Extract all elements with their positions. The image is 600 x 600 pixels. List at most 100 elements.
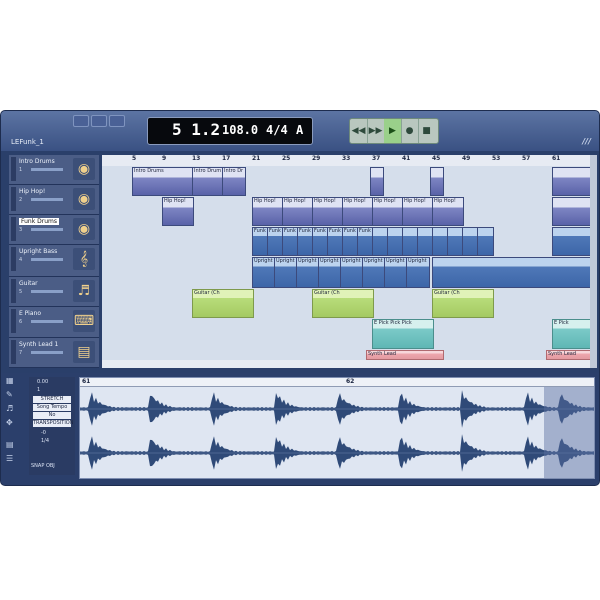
clip-label: Guitar (Ch: [434, 290, 460, 296]
clip[interactable]: [552, 197, 590, 226]
grid-icon[interactable]: ▦: [6, 377, 14, 385]
clip[interactable]: Hip Hop!: [312, 197, 344, 226]
clip[interactable]: Upright: [296, 257, 320, 288]
guitar-icon[interactable]: ♬: [73, 280, 95, 302]
selection-region[interactable]: [544, 387, 594, 478]
pencil-icon[interactable]: ✎: [6, 391, 14, 399]
clip[interactable]: Guitar (Ch: [312, 289, 374, 318]
semitone-value[interactable]: 1: [37, 387, 40, 393]
quantize-value[interactable]: 1/4: [41, 438, 49, 444]
track-header[interactable]: Synth Lead 1 7 ▤: [9, 338, 99, 368]
stretch-mode-label: STRETCH MODE: [33, 396, 71, 409]
track-name[interactable]: E Piano: [19, 310, 41, 317]
clip[interactable]: Upright: [406, 257, 430, 288]
clip-label: Funk: [314, 228, 326, 234]
clip[interactable]: Intro Drum: [192, 167, 224, 196]
clip-label: Synth Lead: [548, 351, 577, 357]
clip[interactable]: Upright: [362, 257, 386, 288]
clip[interactable]: Synth Lead: [366, 350, 444, 360]
clip-label: Upright: [276, 258, 295, 264]
clip[interactable]: [430, 167, 444, 196]
cut-tool-button[interactable]: [91, 115, 107, 127]
track-volume-fader[interactable]: [31, 198, 63, 201]
gain-value[interactable]: 0.00: [37, 379, 48, 385]
clip[interactable]: Upright: [274, 257, 298, 288]
arrange-area[interactable]: 5 9 13 17 21 25 29 33 37 41 45 49 53 57 61 Intro Drums…: [102, 155, 590, 368]
track-header[interactable]: Upright Bass 4 𝄞: [9, 245, 99, 277]
track-color-strip: [11, 340, 16, 364]
clip-label: Hip Hop!: [284, 198, 306, 204]
clip[interactable]: Hip Hop!: [372, 197, 404, 226]
clip-label: Hip Hop!: [404, 198, 426, 204]
clip-label: Funk: [269, 228, 281, 234]
move-icon[interactable]: ✥: [6, 419, 14, 427]
drumkit-icon[interactable]: ◉: [73, 158, 95, 180]
track-name[interactable]: Upright Bass: [19, 248, 57, 255]
clip[interactable]: Upright: [318, 257, 342, 288]
track-name[interactable]: Guitar: [19, 280, 38, 287]
clip[interactable]: Hip Hop!: [252, 197, 284, 226]
track-volume-fader[interactable]: [31, 290, 63, 293]
track-color-strip: [11, 309, 16, 333]
track-volume-fader[interactable]: [31, 228, 63, 231]
track-list: Intro Drums 1 ◉ Hip Hop! 2 ◉ Funk Drums 3 ◉ Uprig…: [9, 155, 99, 368]
song-tempo-button[interactable]: Song Tempo: [33, 404, 71, 411]
track-header[interactable]: E Piano 6 ⌨: [9, 307, 99, 338]
clip[interactable]: Hip Hop!: [342, 197, 374, 226]
drumkit-icon[interactable]: ◉: [73, 218, 95, 240]
clip[interactable]: Upright: [340, 257, 364, 288]
clip[interactable]: Hip Hop!: [402, 197, 434, 226]
track-header[interactable]: Intro Drums 1 ◉: [9, 155, 99, 185]
track-header[interactable]: Hip Hop! 2 ◉: [9, 185, 99, 215]
track-header[interactable]: Guitar 5 ♬: [9, 277, 99, 307]
zoom-icon[interactable]: ▤: [6, 441, 14, 449]
transpose-value[interactable]: -0: [41, 430, 46, 436]
track-name[interactable]: Intro Drums: [19, 158, 55, 165]
vertical-scrollbar[interactable]: [590, 155, 597, 368]
brand-logo: ///: [582, 137, 591, 146]
drumkit-icon[interactable]: ◉: [73, 188, 95, 210]
bar-marker: 41: [402, 155, 411, 162]
glue-tool-button[interactable]: [109, 115, 125, 127]
track-name[interactable]: Hip Hop!: [19, 188, 45, 195]
track-header[interactable]: Funk Drums 3 ◉: [9, 215, 99, 245]
edit-tool-button[interactable]: [73, 115, 89, 127]
clip[interactable]: [552, 167, 590, 196]
clip[interactable]: E Pick Pick Pick: [372, 319, 434, 349]
editor-ruler[interactable]: 61 62: [80, 378, 594, 387]
clip[interactable]: Hip Hop!: [432, 197, 464, 226]
track-name[interactable]: Funk Drums: [19, 218, 59, 225]
clip[interactable]: Intro Drums: [132, 167, 194, 196]
track-volume-fader[interactable]: [31, 320, 63, 323]
clip[interactable]: Synth Lead: [546, 350, 590, 360]
clip[interactable]: Guitar (Ch: [192, 289, 254, 318]
piano-icon[interactable]: ⌨: [73, 310, 95, 332]
track-name[interactable]: Synth Lead 1: [19, 341, 58, 348]
clip[interactable]: [432, 257, 590, 288]
clip-label: Synth Lead: [368, 351, 397, 357]
track-color-strip: [11, 187, 16, 211]
clip[interactable]: Upright: [252, 257, 276, 288]
speaker-icon[interactable]: ♬: [6, 405, 14, 413]
clip[interactable]: Upright: [384, 257, 408, 288]
stretch-mode-select[interactable]: No: [33, 412, 71, 419]
clip[interactable]: [477, 227, 494, 256]
bar-marker: 53: [492, 155, 501, 162]
track-volume-fader[interactable]: [31, 351, 63, 354]
track-lane[interactable]: [102, 318, 590, 350]
clip[interactable]: Intro Dr: [222, 167, 246, 196]
horizontal-scrollbar[interactable]: [102, 360, 590, 368]
track-volume-fader[interactable]: [31, 258, 63, 261]
keyboard-icon[interactable]: ▤: [73, 341, 95, 363]
waveform-view[interactable]: 61 62: [79, 377, 595, 479]
clip[interactable]: Hip Hop!: [282, 197, 314, 226]
clip[interactable]: [370, 167, 384, 196]
track-volume-fader[interactable]: [31, 168, 63, 171]
clip[interactable]: E Pick: [552, 319, 590, 349]
list-icon[interactable]: ☰: [6, 455, 14, 463]
upright-bass-icon[interactable]: 𝄞: [73, 248, 95, 270]
clip[interactable]: Guitar (Ch: [432, 289, 494, 318]
snap-label[interactable]: SNAP OBJ: [31, 463, 55, 469]
clip[interactable]: [552, 227, 590, 256]
clip[interactable]: Hip Hop!: [162, 197, 194, 226]
